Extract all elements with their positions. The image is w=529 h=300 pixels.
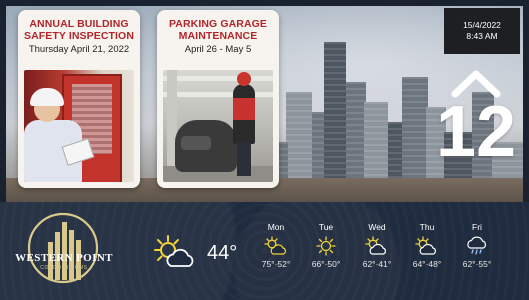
- event-date: April 26 - May 5: [184, 44, 252, 55]
- inspection-photo: [24, 70, 134, 182]
- day-temps: 75°·52°: [261, 259, 291, 269]
- forecast-day-fri: Fri 62°·55°: [457, 222, 497, 269]
- day-temps: 62°·55°: [462, 259, 492, 269]
- floor-number: 12: [435, 92, 517, 172]
- datetime-box: 15/4/2022 8:43 AM: [444, 8, 520, 54]
- event-title: ANNUAL BUILDING SAFETY INSPECTION: [23, 18, 135, 42]
- brand-name: WESTERN POINT: [15, 252, 113, 264]
- garage-photo: [163, 70, 273, 182]
- day-name: Mon: [267, 222, 285, 232]
- forecast-day-thu: Thu 64°·48°: [407, 222, 447, 269]
- day-temps: 66°·50°: [311, 259, 341, 269]
- current-date: 15/4/2022: [463, 20, 501, 30]
- forecast-day-wed: Wed 62°·41°: [357, 222, 397, 269]
- sun-icon: [316, 236, 336, 256]
- event-title: PARKING GARAGE MAINTENANCE: [168, 18, 268, 42]
- forecast-day-tue: Tue 66°·50°: [306, 222, 346, 269]
- day-name: Fri: [472, 222, 482, 232]
- day-temps: 64°·48°: [412, 259, 442, 269]
- partly-cloudy-icon: [415, 236, 436, 255]
- event-card-parking-maintenance: PARKING GARAGE MAINTENANCE April 26 - Ma…: [157, 10, 279, 188]
- day-name: Tue: [318, 222, 334, 232]
- rain-cloud-icon: [467, 236, 486, 255]
- current-temperature: 44°: [207, 242, 238, 264]
- day-name: Wed: [368, 222, 386, 232]
- day-name: Thu: [419, 222, 435, 232]
- partly-sunny-icon: [264, 236, 286, 255]
- forecast-day-mon: Mon 75°·52°: [256, 222, 296, 269]
- partly-cloudy-icon: [365, 236, 386, 255]
- event-card-safety-inspection: ANNUAL BUILDING SAFETY INSPECTION Thursd…: [18, 10, 140, 188]
- sun-cloud-icon: [154, 235, 194, 267]
- brand-subtitle: CONDOMINIUMS: [40, 265, 88, 271]
- day-temps: 62°·41°: [362, 259, 392, 269]
- current-time: 8:43 AM: [466, 31, 498, 41]
- event-date: Thursday April 21, 2022: [28, 44, 130, 55]
